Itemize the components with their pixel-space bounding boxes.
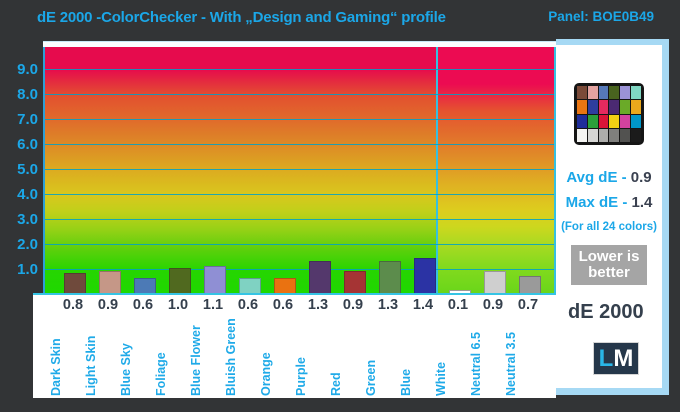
neutral-section-background [436, 47, 554, 293]
gridline [45, 269, 554, 270]
y-tick-label: 8.0 [0, 86, 38, 103]
bar-orange [274, 278, 296, 293]
swatch-cell [588, 100, 598, 113]
swatch-cell [620, 115, 630, 128]
bar-blue [414, 258, 436, 293]
swatch-cell [631, 115, 641, 128]
category-label: Red [329, 310, 345, 396]
gridline [45, 94, 554, 95]
category-label: Blue [399, 310, 415, 396]
y-tick-label: 5.0 [0, 161, 38, 178]
y-tick-label: 4.0 [0, 186, 38, 203]
bar-neutral-6-5 [484, 271, 506, 294]
gridline [45, 69, 554, 70]
lm-logo: LM [593, 342, 639, 375]
bar-foliage [169, 268, 191, 293]
category-label: Dark Skin [49, 310, 65, 396]
max-de-value: 1.4 [632, 194, 653, 211]
info-sidebar: Avg dE - 0.9 Max dE - 1.4 (For all 24 co… [556, 39, 669, 395]
y-tick-label: 6.0 [0, 136, 38, 153]
swatch-cell [609, 115, 619, 128]
swatch-cell [577, 115, 587, 128]
category-label: Green [364, 310, 380, 396]
category-label: Blue Sky [119, 310, 135, 396]
swatch-cell [599, 100, 609, 113]
plot-gradient [43, 47, 556, 293]
max-de-label: Max dE - [566, 194, 632, 211]
bar-bluish-green [239, 278, 261, 293]
plot-area [43, 41, 556, 293]
y-tick-label: 9.0 [0, 61, 38, 78]
swatch-cell [631, 100, 641, 113]
swatch-cell [631, 86, 641, 99]
swatch-cell [609, 100, 619, 113]
colorchecker-chart: dE 2000 -ColorChecker - With „Design and… [0, 0, 680, 412]
lm-logo-m: M [613, 342, 633, 375]
bar-purple [309, 261, 331, 294]
max-de-stat: Max dE - 1.4 [556, 192, 662, 213]
gridline [45, 144, 554, 145]
swatch-cell [609, 129, 619, 142]
lm-logo-l: L [599, 342, 614, 375]
category-label: Blue Flower [189, 310, 205, 396]
bar-dark-skin [64, 273, 86, 293]
y-tick-label: 1.0 [0, 261, 38, 278]
avg-de-stat: Avg dE - 0.9 [556, 167, 662, 188]
badge-line2: better [588, 264, 630, 281]
category-label: White [434, 310, 450, 396]
badge-line1: Lower is [579, 248, 640, 265]
avg-de-value: 0.9 [631, 169, 652, 186]
gridline [45, 219, 554, 220]
category-label: Neutral 6.5 [469, 310, 485, 396]
swatch-cell [620, 100, 630, 113]
x-axis-panel: 0.8Dark Skin0.9Light Skin0.6Blue Sky1.0F… [33, 293, 556, 398]
swatch-cell [588, 115, 598, 128]
swatch-cell [577, 86, 587, 99]
bar-white [449, 290, 471, 293]
colorchecker-swatch-image [574, 83, 644, 145]
swatch-cell [577, 129, 587, 142]
swatch-cell [620, 86, 630, 99]
swatch-cell [620, 129, 630, 142]
bar-red [344, 271, 366, 294]
all-colors-note: (For all 24 colors) [556, 221, 662, 233]
bar-neutral-3-5 [519, 276, 541, 294]
info-sidebar-inner: Avg dE - 0.9 Max dE - 1.4 (For all 24 co… [556, 45, 662, 388]
lower-is-better-badge: Lower is better [571, 245, 648, 285]
category-label: Neutral 3.5 [504, 310, 520, 396]
swatch-cell [588, 129, 598, 142]
y-tick-label: 2.0 [0, 236, 38, 253]
chart-title: dE 2000 -ColorChecker - With „Design and… [37, 9, 446, 26]
gridline [45, 169, 554, 170]
swatch-cell [631, 129, 641, 142]
y-tick-label: 3.0 [0, 211, 38, 228]
category-label: Bluish Green [224, 310, 240, 396]
avg-de-label: Avg dE - [566, 169, 630, 186]
category-label: Purple [294, 310, 310, 396]
swatch-cell [588, 86, 598, 99]
category-label: Light Skin [84, 310, 100, 396]
bar-light-skin [99, 271, 121, 294]
bar-green [379, 261, 401, 294]
swatch-cell [577, 100, 587, 113]
gridline [45, 194, 554, 195]
bar-blue-flower [204, 266, 226, 294]
swatch-cell [599, 86, 609, 99]
y-tick-label: 7.0 [0, 111, 38, 128]
metric-label: dE 2000 [556, 301, 662, 324]
category-label: Foliage [154, 310, 170, 396]
gridline [45, 119, 554, 120]
swatch-cell [609, 86, 619, 99]
panel-id-label: Panel: BOE0B49 [548, 9, 654, 24]
category-label: Orange [259, 310, 275, 396]
swatch-cell [599, 115, 609, 128]
swatch-cell [599, 129, 609, 142]
gridline [45, 244, 554, 245]
bar-blue-sky [134, 278, 156, 293]
